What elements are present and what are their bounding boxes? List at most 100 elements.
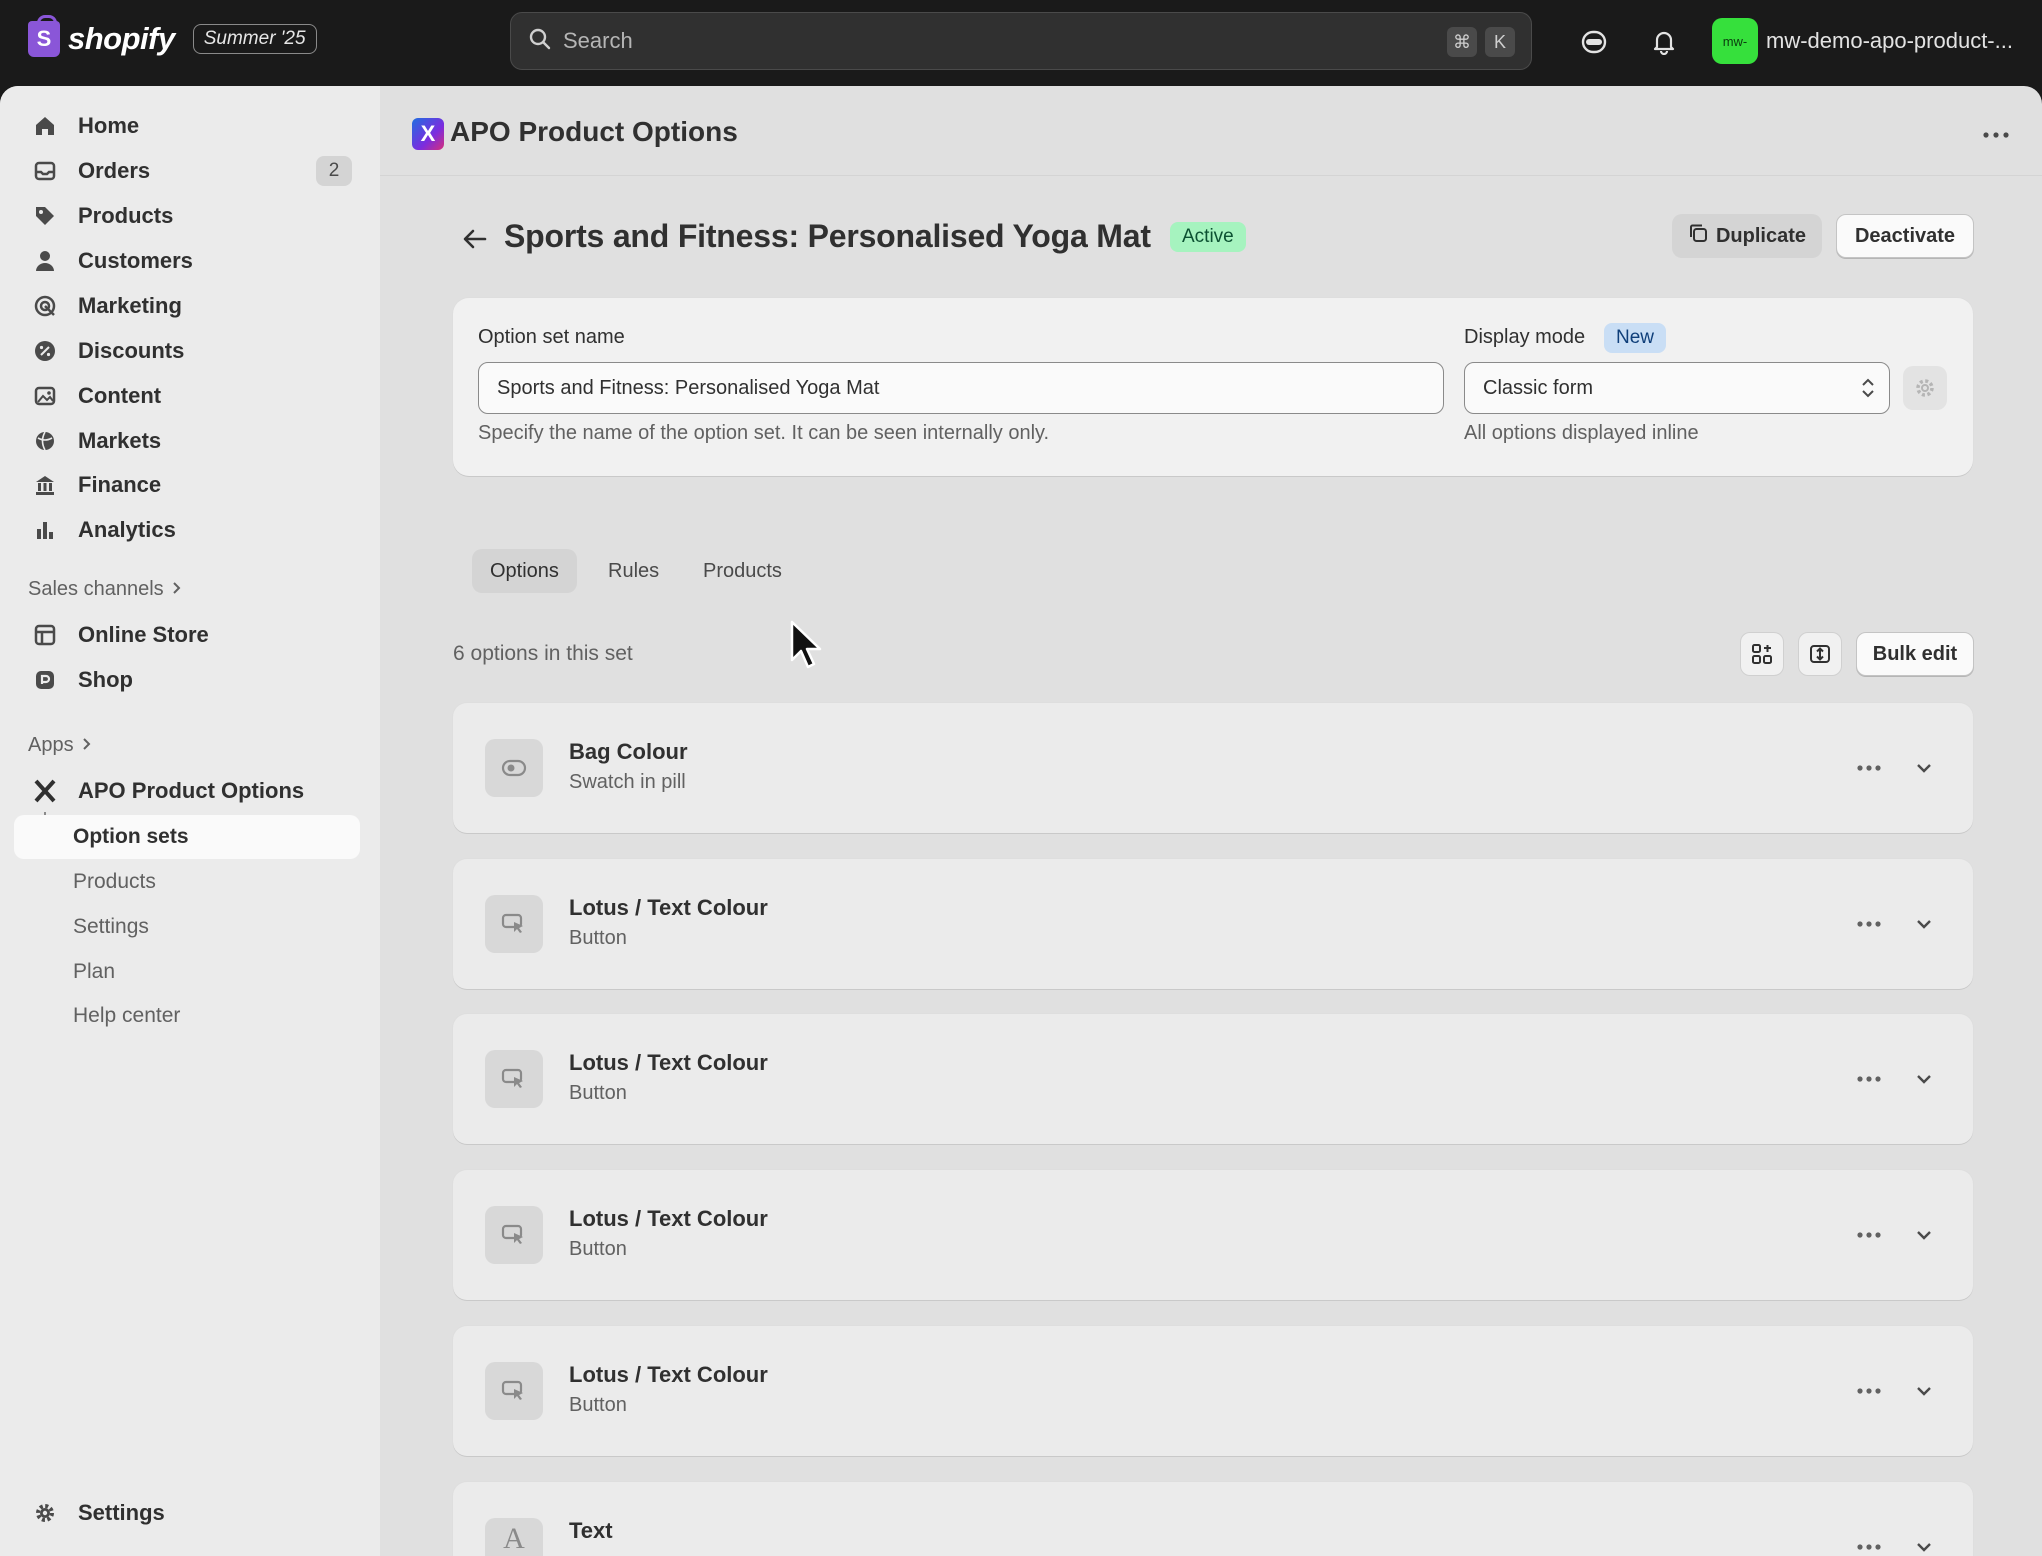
- nav-marketing[interactable]: Marketing: [14, 284, 360, 328]
- bell-icon[interactable]: [1644, 22, 1684, 62]
- option-row[interactable]: Lotus / Text Colour Button: [453, 859, 1973, 989]
- apo-logo-icon: [30, 776, 60, 806]
- back-arrow-icon[interactable]: [458, 222, 492, 256]
- tab-products[interactable]: Products: [685, 549, 800, 593]
- nav-label: APO Product Options: [78, 778, 305, 803]
- app-title-bar: X APO Product Options: [380, 86, 2042, 176]
- nav-apo-product-options[interactable]: APO Product Options: [14, 769, 360, 813]
- option-type: Button: [569, 927, 627, 949]
- nav-analytics[interactable]: Analytics: [14, 508, 360, 552]
- display-settings-gear-icon[interactable]: [1903, 366, 1947, 410]
- more-actions-icon[interactable]: [1978, 120, 2014, 150]
- nav-label: Products: [78, 203, 174, 228]
- nav-label: Online Store: [78, 622, 209, 647]
- display-mode-select[interactable]: Classic form: [1464, 362, 1890, 414]
- bulk-edit-button[interactable]: Bulk edit: [1856, 632, 1974, 676]
- chevron-down-icon[interactable]: [1909, 909, 1939, 939]
- shopify-logo[interactable]: S shopify Summer '25: [28, 15, 317, 57]
- option-row[interactable]: Lotus / Text Colour Button: [453, 1170, 1973, 1300]
- new-badge: New: [1604, 323, 1667, 353]
- shortcut-cmd-key: ⌘: [1447, 27, 1477, 57]
- nav-settings[interactable]: Settings: [14, 1491, 360, 1535]
- tab-options[interactable]: Options: [472, 549, 577, 593]
- nav-orders[interactable]: Orders 2: [14, 149, 360, 193]
- option-set-name-help: Specify the name of the option set. It c…: [478, 422, 1050, 444]
- nav-customers[interactable]: Customers: [14, 239, 360, 283]
- select-value: Classic form: [1483, 376, 1594, 399]
- nav-option-sets[interactable]: Option sets: [14, 815, 360, 859]
- deactivate-button[interactable]: Deactivate: [1836, 214, 1974, 258]
- option-more-icon[interactable]: [1851, 1376, 1887, 1406]
- option-more-icon[interactable]: [1851, 1064, 1887, 1094]
- option-more-icon[interactable]: [1851, 909, 1887, 939]
- image-icon: [30, 381, 60, 411]
- text-letter-icon: A: [485, 1518, 543, 1556]
- nav-home[interactable]: Home: [14, 104, 360, 148]
- store-switcher[interactable]: mw- mw-demo-apo-product-...: [1712, 18, 2013, 64]
- chevron-down-icon[interactable]: [1909, 1064, 1939, 1094]
- option-more-icon[interactable]: [1851, 1532, 1887, 1556]
- option-row[interactable]: Lotus / Text Colour Button: [453, 1014, 1973, 1144]
- nav-online-store[interactable]: Online Store: [14, 613, 360, 657]
- nav-label: Settings: [78, 1500, 165, 1525]
- nav-label: Marketing: [78, 293, 182, 318]
- nav-label: Customers: [78, 248, 193, 273]
- chevron-right-icon: [82, 734, 92, 757]
- option-row[interactable]: Lotus / Text Colour Button: [453, 1326, 1973, 1456]
- nav-app-settings[interactable]: Settings: [14, 905, 360, 949]
- button-cursor-icon: [485, 1362, 543, 1420]
- apps-header[interactable]: Apps: [28, 734, 92, 757]
- options-count: 6 options in this set: [453, 642, 633, 665]
- mouse-pointer-icon: [790, 620, 824, 676]
- bar-chart-icon: [30, 515, 60, 545]
- option-row[interactable]: Bag Colour Swatch in pill: [453, 703, 1973, 833]
- collapse-all-icon[interactable]: [1740, 632, 1784, 676]
- option-name: Bag Colour: [569, 739, 688, 764]
- nav-finance[interactable]: Finance: [14, 463, 360, 507]
- chevron-down-icon[interactable]: [1909, 753, 1939, 783]
- chevron-down-icon[interactable]: [1909, 1220, 1939, 1250]
- brand-name: shopify: [68, 21, 175, 56]
- expand-all-icon[interactable]: [1798, 632, 1842, 676]
- nav-label: Products: [73, 870, 156, 893]
- nav-content[interactable]: Content: [14, 374, 360, 418]
- nav-discounts[interactable]: Discounts: [14, 329, 360, 373]
- button-cursor-icon: [485, 1206, 543, 1264]
- button-label: Duplicate: [1715, 224, 1807, 247]
- option-name: Lotus / Text Colour: [569, 1050, 768, 1075]
- sidekick-icon[interactable]: [1574, 22, 1614, 62]
- button-cursor-icon: [485, 895, 543, 953]
- nav-shop[interactable]: Shop: [14, 658, 360, 702]
- chevron-down-icon[interactable]: [1909, 1376, 1939, 1406]
- option-type: Button: [569, 1394, 627, 1416]
- nav-app-products[interactable]: Products: [14, 860, 360, 904]
- nav-app-plan[interactable]: Plan: [14, 950, 360, 994]
- tag-icon: [30, 201, 60, 231]
- nav-markets[interactable]: Markets: [14, 419, 360, 463]
- option-more-icon[interactable]: [1851, 1220, 1887, 1250]
- apo-app-icon: X: [412, 118, 444, 150]
- search-input[interactable]: [563, 28, 1363, 54]
- app-title: APO Product Options: [450, 116, 738, 147]
- option-row[interactable]: A Text: [453, 1482, 1973, 1556]
- display-mode-label: Display mode: [1464, 326, 1586, 348]
- option-more-icon[interactable]: [1851, 753, 1887, 783]
- button-cursor-icon: [485, 1050, 543, 1108]
- nav-products[interactable]: Products: [14, 194, 360, 238]
- duplicate-button[interactable]: Duplicate: [1672, 214, 1822, 258]
- search-icon: [529, 28, 551, 55]
- section-label: Apps: [28, 734, 74, 756]
- shortcut-k-key: K: [1485, 27, 1515, 57]
- shopify-bag-icon: S: [28, 15, 60, 57]
- tab-rules[interactable]: Rules: [590, 549, 677, 593]
- nav-app-help-center[interactable]: Help center: [14, 994, 360, 1038]
- nav-label: Home: [78, 113, 140, 138]
- globe-icon: [30, 426, 60, 456]
- store-avatar: mw-: [1712, 18, 1758, 64]
- sales-channels-header[interactable]: Sales channels: [28, 578, 182, 601]
- option-name: Text: [569, 1518, 613, 1543]
- option-set-name-input[interactable]: [478, 362, 1444, 414]
- search-bar[interactable]: ⌘ K: [510, 12, 1532, 70]
- chevron-down-icon[interactable]: [1909, 1532, 1939, 1556]
- shop-icon: [30, 665, 60, 695]
